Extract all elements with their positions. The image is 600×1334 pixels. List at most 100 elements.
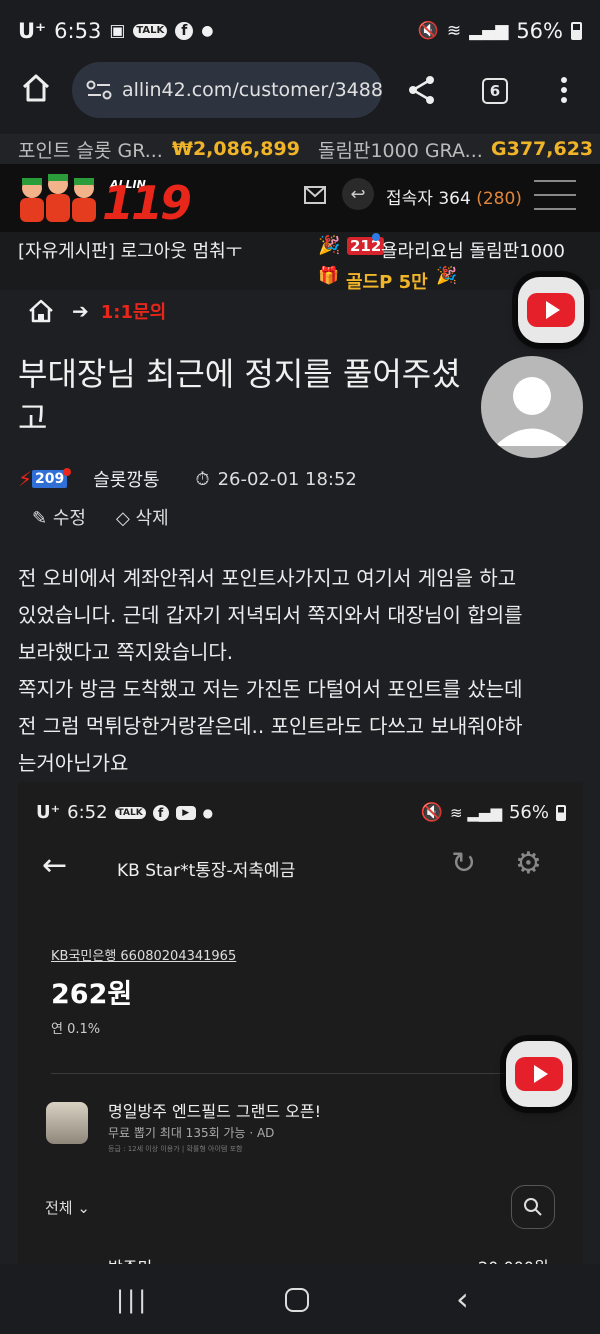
interest-rate: 연 0.1% <box>51 1022 101 1037</box>
post-meta: ⚡ 209 슬롯깡통 ⏱ 26-02-01 18:52 <box>18 462 578 496</box>
author-avatar <box>481 356 583 458</box>
url-text: allin42.com/customer/348823 <box>122 79 382 101</box>
home-button[interactable] <box>20 72 52 108</box>
embedded-screenshot: U⁺ 6:52 TALK f ▶ ● 🔇 ≋ ▂▄▆ 56% ← KB Star… <box>18 782 583 1272</box>
gift-icon: 🎁 <box>318 266 340 286</box>
ticker-left-value: ₩2,086,899 <box>172 138 300 160</box>
ad-subtitle: 무료 뽑기 최대 135회 가능 · AD <box>108 1126 275 1140</box>
balance: 262원 <box>51 979 133 1010</box>
tab-switcher-button[interactable]: 6 <box>482 78 508 104</box>
ad-title[interactable]: 명일방주 엔드필드 그랜드 오픈! <box>108 1098 321 1122</box>
online-dot-icon <box>372 233 380 241</box>
online-paren: (280) <box>476 189 522 209</box>
arrow-right-icon: ➔ <box>72 299 89 323</box>
person-icon <box>495 377 569 446</box>
body-line: 전 오비에서 계좌안줘서 포인트사가지고 여기서 게임을 하고 <box>18 566 517 590</box>
site-settings-icon <box>86 80 112 100</box>
logout-button[interactable]: ↩ <box>342 178 374 210</box>
post-title: 부대장님 최근에 정지를 풀어주셨고 <box>18 355 461 437</box>
ad-thumbnail[interactable] <box>46 1102 88 1144</box>
battery-percent: 56% <box>516 19 563 43</box>
clock: 6:53 <box>54 19 102 43</box>
battery-icon <box>556 804 566 821</box>
mascot-logo-icon <box>20 174 96 222</box>
notice-right[interactable]: 욜라리요님 돌림판1000 <box>381 237 565 263</box>
more-options-button[interactable] <box>556 74 572 106</box>
notice-left[interactable]: [자유게시판] 로그아웃 멈춰ㅜ <box>18 237 242 263</box>
ticker-left-label: 포인트 슬롯 GR... <box>18 139 163 162</box>
delete-button[interactable]: ◇ 삭제 <box>116 504 169 530</box>
site-logo[interactable]: ALLIN 119 <box>16 170 196 228</box>
site-header: ALLIN 119 ↩ 접속자 364 (280) <box>0 164 600 232</box>
clock-icon: ⏱ <box>195 468 210 490</box>
jackpot-ticker: 포인트 슬롯 GR... ₩2,086,899 돌림판1000 GRA... G… <box>0 134 600 164</box>
body-line: 쪽지가 방금 도착했고 저는 가진돈 다털어서 포인트를 샀는데 <box>18 677 523 701</box>
youtube-floating-button-2[interactable] <box>506 1041 572 1107</box>
pencil-icon: ✎ <box>32 508 48 529</box>
body-line: 보라했다고 쪽지왔습니다. <box>18 640 234 664</box>
logo-number: 119 <box>102 176 192 230</box>
share-button[interactable] <box>406 74 438 106</box>
online-label: 접속자 364 <box>386 189 471 209</box>
talk-icon: TALK <box>133 24 168 38</box>
signal-icon: ▂▄▆ <box>469 20 509 41</box>
refresh-icon[interactable]: ↻ <box>451 846 476 881</box>
talk-icon: TALK <box>114 806 146 819</box>
post-actions: ✎ 수정 ◇ 삭제 <box>32 504 169 530</box>
search-button[interactable] <box>511 1185 555 1229</box>
system-nav-bar: ||| ‹ <box>0 1264 600 1334</box>
breadcrumb-current[interactable]: 1:1문의 <box>101 298 166 324</box>
author-level-badge: 209 <box>32 470 68 488</box>
body-line: 있었습니다. 근데 갑자기 저녁되서 쪽지와서 대장님이 합의를 <box>18 603 523 627</box>
party-popper-icon-2: 🎉 <box>436 266 458 286</box>
facebook-icon: f <box>152 804 169 821</box>
wifi-icon: ≋ ▂▄▆ <box>450 803 502 822</box>
share-icon <box>409 76 434 104</box>
divider <box>51 1073 551 1074</box>
search-icon <box>524 1198 542 1216</box>
notification-dot-icon: ● <box>201 23 214 39</box>
recent-apps-button[interactable]: ||| <box>116 1286 149 1314</box>
menu-icon <box>534 180 576 182</box>
notice-line2[interactable]: 골드P 5만 <box>346 268 428 294</box>
wifi-icon: ≋ <box>446 20 462 41</box>
filter-dropdown[interactable]: 전체 ⌄ <box>45 1197 90 1218</box>
party-popper-icon: 🎉 <box>318 235 341 256</box>
more-vert-icon <box>561 77 567 83</box>
back-button[interactable]: ‹ <box>456 1280 469 1318</box>
youtube-small-icon: ▶ <box>175 805 196 820</box>
body-line: 는거아닌가요 <box>18 751 129 775</box>
online-count: 접속자 364 (280) <box>386 184 522 209</box>
embedded-page-title: KB Star*t통장-저축예금 <box>117 861 296 881</box>
breadcrumb: ➔ 1:1문의 <box>28 298 166 324</box>
gear-icon[interactable]: ⚙ <box>515 846 542 881</box>
ad-fineprint: 등급 : 12세 이상 이용가 | 확률형 아이템 포함 <box>108 1145 243 1153</box>
eraser-icon: ◇ <box>115 508 130 529</box>
badge-dot-icon <box>63 468 72 476</box>
message-button[interactable] <box>304 186 326 204</box>
edit-button[interactable]: ✎ 수정 <box>32 504 86 530</box>
chevron-down-icon: ⌄ <box>77 1199 90 1217</box>
mute-icon: 🔇 <box>417 20 439 41</box>
carrier-label: U⁺ <box>18 19 47 43</box>
author-name[interactable]: 슬롯깡통 <box>93 466 159 492</box>
back-arrow-icon[interactable]: ← <box>42 848 67 883</box>
home-circle-button[interactable] <box>285 1288 309 1312</box>
url-bar[interactable]: allin42.com/customer/348823 <box>72 62 382 118</box>
post-datetime: 26-02-01 18:52 <box>217 468 357 490</box>
facebook-icon: f <box>175 22 194 40</box>
lightning-icon: ⚡ <box>18 467 33 491</box>
home-icon[interactable] <box>28 299 54 323</box>
post-body: 전 오비에서 계좌안줘서 포인트사가지고 여기서 게임을 하고 있었습니다. 근… <box>18 560 588 782</box>
embedded-status-bar: U⁺ 6:52 TALK f ▶ ● 🔇 ≋ ▂▄▆ 56% <box>36 802 566 823</box>
home-icon <box>22 74 50 102</box>
ticker-right-label: 돌림판1000 GRA... <box>318 139 483 162</box>
body-line: 전 그럼 먹튀당한거랑같은데.. 포인트라도 다쓰고 보내줘야하 <box>18 714 523 738</box>
youtube-floating-button[interactable] <box>518 277 584 343</box>
status-bar: U⁺ 6:53 ▣ TALK f ● 🔇 ≋ ▂▄▆ 56% <box>0 0 600 62</box>
ticker-right-value: G377,623 <box>491 138 594 160</box>
account-number[interactable]: KB국민은행 66080204341965 <box>51 945 236 964</box>
battery-icon <box>571 22 582 40</box>
envelope-icon <box>304 186 326 204</box>
hamburger-menu-button[interactable] <box>534 180 576 210</box>
